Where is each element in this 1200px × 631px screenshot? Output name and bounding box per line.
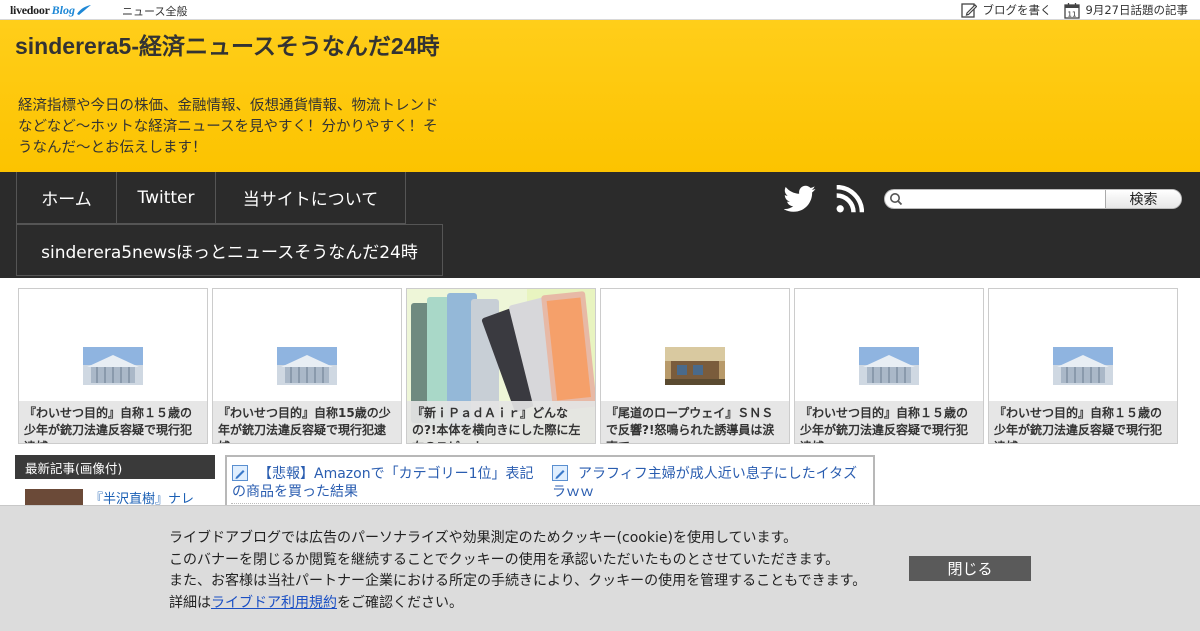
topic-articles-label: 9月27日話題の記事: [1085, 3, 1188, 17]
thumbnail-caption: 『わいせつ目的』自称１５歳の少年が銃刀法違反容疑で現行犯逮捕: [795, 401, 983, 443]
cookie-banner: ライブドアブログでは広告のパーソナライズや効果測定のためクッキー(cookie)…: [0, 505, 1200, 631]
calendar-icon: 11: [1063, 2, 1080, 19]
cookie-line-prefix: 詳細は: [169, 594, 211, 611]
cookie-line: 詳細はライブドア利用規約をご確認ください。: [169, 593, 889, 615]
nav-about[interactable]: 当サイトについて: [215, 172, 406, 224]
terms-link[interactable]: ライブドア利用規約: [211, 595, 337, 611]
nav-sister-site[interactable]: sinderera5newsほっとニュースそうなんだ24時: [16, 224, 443, 276]
calendar-day: 11: [1067, 10, 1076, 18]
ropeway-photo: [665, 347, 725, 385]
cookie-message: ライブドアブログでは広告のパーソナライズや効果測定のためクッキー(cookie)…: [169, 528, 889, 614]
top-right-links: ブログを書く 11 9月27日話題の記事: [960, 0, 1200, 20]
topic-articles-link[interactable]: 11 9月27日話題の記事: [1063, 2, 1188, 19]
thumbnail-item[interactable]: 『わいせつ目的』自称15歳の少年が銃刀法違反容疑で現行犯逮捕: [212, 288, 402, 444]
write-blog-label: ブログを書く: [982, 3, 1052, 17]
thumbnail-item[interactable]: 『尾道のロープウェイ』ＳＮＳで反響?!怒鳴られた誘導員は涙声で: [600, 288, 790, 444]
related-divider: [231, 503, 869, 504]
search-button[interactable]: 検索: [1105, 190, 1181, 208]
pencil-icon: [960, 3, 977, 18]
site-header: sinderera5-経済ニュースそうなんだ24時 経済指標や今日の株価、金融情…: [0, 20, 1200, 172]
thumbnail-item[interactable]: 『わいせつ目的』自称１５歳の少年が銃刀法違反容疑で現行犯逮捕: [794, 288, 984, 444]
related-article-title: アラフィフ主婦が成人近い息子にしたイタズラｗｗ: [552, 466, 858, 500]
thumbnail-item[interactable]: 『新ｉＰａｄＡｉｒ』どんなの?!本体を横向きにした際に左右のスピーカー: [406, 288, 596, 444]
thumbnail-caption: 『わいせつ目的』自称15歳の少年が銃刀法違反容疑で現行犯逮捕: [213, 401, 401, 443]
write-blog-link[interactable]: ブログを書く: [960, 2, 1052, 18]
building-photo: [1053, 347, 1113, 385]
thumbnail-item[interactable]: 『わいせつ目的』自称１５歳の少年が銃刀法違反容疑で現行犯逮捕: [18, 288, 208, 444]
search-input[interactable]: [905, 190, 1105, 208]
global-nav: ホーム Twitter 当サイトについて sinderera5newsほっとニュ…: [0, 172, 1200, 278]
rss-icon[interactable]: [836, 184, 865, 217]
sidebar-heading: 最新記事(画像付): [15, 455, 215, 479]
building-photo: [277, 347, 337, 385]
site-title[interactable]: sinderera5-経済ニュースそうなんだ24時: [15, 32, 445, 60]
cookie-line: また、お客様は当社パートナー企業における所定の手続きにより、クッキーの使用を管理…: [169, 573, 867, 589]
nav-twitter[interactable]: Twitter: [116, 172, 216, 224]
cookie-line: ライブドアブログでは広告のパーソナライズや効果測定のためクッキー(cookie)…: [169, 530, 798, 546]
article-icon: [232, 465, 248, 481]
thumbnail-item[interactable]: 『わいせつ目的』自称１５歳の少年が銃刀法違反容疑で現行犯逮捕: [988, 288, 1178, 444]
thumbnail-caption: 『尾道のロープウェイ』ＳＮＳで反響?!怒鳴られた誘導員は涙声で: [601, 401, 789, 443]
twitter-icon[interactable]: [783, 185, 816, 217]
bird-icon: [76, 5, 91, 15]
thumbnail-caption: 『新ｉＰａｄＡｉｒ』どんなの?!本体を横向きにした際に左右のスピーカー: [407, 401, 595, 443]
logo-main-text: livedoor: [10, 2, 50, 17]
related-article-link[interactable]: 【悲報】Amazonで「カテゴリー1位」表記の商品を買った結果: [232, 465, 547, 501]
cookie-line-suffix: をご確認ください。: [337, 594, 463, 611]
nav-home[interactable]: ホーム: [16, 172, 117, 224]
news-all-link[interactable]: ニュース全般: [122, 3, 187, 19]
thumbnail-caption: 『わいせつ目的』自称１５歳の少年が銃刀法違反容疑で現行犯逮捕: [19, 401, 207, 443]
search-icon: [890, 193, 903, 206]
related-article-link[interactable]: アラフィフ主婦が成人近い息子にしたイタズラｗｗ: [552, 465, 867, 501]
article-icon: [552, 465, 568, 481]
building-photo: [859, 347, 919, 385]
building-photo: [83, 347, 143, 385]
livedoor-blog-logo[interactable]: livedoor Blog: [10, 2, 92, 18]
related-article-title: 【悲報】Amazonで「カテゴリー1位」表記の商品を買った結果: [232, 466, 534, 500]
site-description: 経済指標や今日の株価、金融情報、仮想通貨情報、物流トレンドなどなど～ホットな経済…: [18, 98, 439, 156]
top-bar: livedoor Blog ニュース全般 ブログを書く 11 9月27日話題の記…: [0, 0, 1200, 20]
cookie-line: このバナーを閉じるか閲覧を継続することでクッキーの使用を承認いただいたものとさせ…: [169, 551, 840, 568]
thumbnail-row: 『わいせつ目的』自称１５歳の少年が銃刀法違反容疑で現行犯逮捕 『わいせつ目的』自…: [18, 288, 1182, 444]
cookie-close-button[interactable]: 閉じる: [909, 556, 1031, 581]
logo-sub-text: Blog: [51, 2, 75, 17]
thumbnail-caption: 『わいせつ目的』自称１５歳の少年が銃刀法違反容疑で現行犯逮捕: [989, 401, 1177, 443]
search-box: 検索: [884, 189, 1182, 209]
